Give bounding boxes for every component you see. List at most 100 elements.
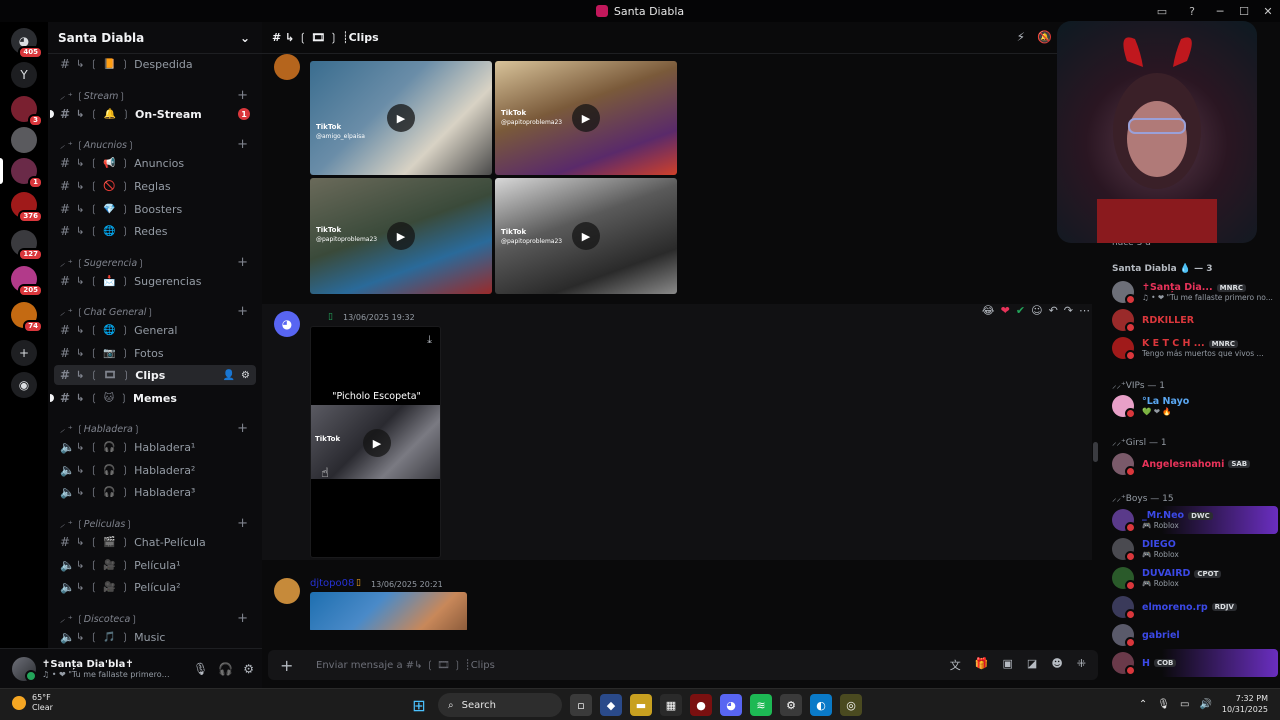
play-icon[interactable]: ▶ [572, 104, 600, 132]
voice-channel-music[interactable]: 🔈 ↳ ❲ 🎵 ❳ Music [54, 627, 256, 647]
member-item[interactable]: RDKILLER [1112, 306, 1278, 334]
voice-channel-habladera-2[interactable]: 🔈 ↳ ❲ 🎧 ❳ Habladera² [54, 460, 256, 480]
translate-icon[interactable]: 文 [950, 657, 961, 673]
channel-chat-pelicula[interactable]: # ↳ ❲ 🎬 ❳ Chat-Película [54, 532, 256, 552]
chrome-icon[interactable]: ◎ [840, 694, 862, 716]
channel-memes[interactable]: # ↳ ❲ 🐱 ❳ Memes [50, 388, 256, 408]
server-icon[interactable]: 205 [11, 266, 43, 297]
add-reaction-icon[interactable]: ☺ [1031, 304, 1042, 317]
category-stream[interactable]: ⸝ ⁺ ❲Stream❳ + [54, 87, 256, 103]
gear-icon[interactable]: ⚙ [241, 370, 250, 381]
voice-channel-habladera-3[interactable]: 🔈 ↳ ❲ 🎧 ❳ Habladera³ [54, 482, 256, 502]
steam-icon[interactable]: ⚙ [780, 694, 802, 716]
gif-icon[interactable]: ▣ [1003, 657, 1013, 673]
avatar[interactable] [274, 578, 300, 604]
chevron-up-icon[interactable]: ⌃ [1139, 699, 1147, 710]
member-item[interactable]: DIEGO 🎮 Roblox [1112, 535, 1278, 563]
voice-channel-pelicula-2[interactable]: 🔈 ↳ ❲ 🎥 ❳ Película² [54, 577, 256, 597]
discover-button[interactable]: ◉ [11, 372, 37, 398]
category-discoteca[interactable]: ⸝ ⁺ ❲Discoteca❳ + [54, 610, 256, 626]
add-channel-icon[interactable]: + [237, 516, 248, 531]
category-anuncios[interactable]: ⸝ ⁺ ❲Anucnios❳ + [54, 136, 256, 152]
headphones-icon[interactable]: 🎧 [218, 662, 233, 676]
channel-anuncios[interactable]: # ↳ ❲ 📢 ❳ Anuncios [54, 153, 256, 173]
store-icon[interactable]: ▦ [660, 694, 682, 716]
network-icon[interactable]: ▭ [1180, 699, 1189, 710]
apps-icon[interactable]: ⁜ [1077, 657, 1086, 673]
download-icon[interactable]: ⤓ [427, 333, 432, 347]
category-chat-general[interactable]: ⸝ ⁺ ❲Chat General❳ + [54, 303, 256, 319]
add-channel-icon[interactable]: + [237, 88, 248, 103]
app-icon[interactable]: ● [690, 694, 712, 716]
member-item[interactable]: gabriel [1112, 621, 1278, 649]
video-attachment[interactable]: ⤓ "Picholo Escopeta" TikTok ▶ [310, 326, 441, 558]
category-habladera[interactable]: ⸝ ⁺ ❲Habladera❳ + [54, 420, 256, 436]
server-icon-santa-diabla[interactable]: 1 [11, 158, 43, 189]
member-item[interactable]: ✝Sanța Dia... MNRC ♫ • ❤ "Tu me fallaste … [1112, 278, 1278, 306]
channel-fotos[interactable]: # ↳ ❲ 📷 ❳ Fotos [54, 343, 256, 363]
attach-plus-icon[interactable]: + [280, 656, 306, 675]
add-channel-icon[interactable]: + [237, 255, 248, 270]
reaction-heart-icon[interactable]: ❤ [1001, 304, 1010, 317]
clock[interactable]: 7:32 PM 10/31/2025 [1222, 693, 1268, 715]
gear-icon[interactable]: ⚙ [243, 662, 254, 676]
add-channel-icon[interactable]: + [237, 421, 248, 436]
server-icon[interactable]: 3 [11, 96, 43, 127]
file-explorer-icon[interactable]: ▬ [630, 694, 652, 716]
server-header[interactable]: Santa Diabla ⌄ [48, 22, 262, 54]
video-attachment[interactable]: TikTok @amigo_elpaisa ▶ [310, 61, 492, 175]
voice-channel-pelicula-1[interactable]: 🔈 ↳ ❲ 🎥 ❳ Película¹ [54, 555, 256, 575]
channel-on-stream[interactable]: # ↳ ❲ 🔔 ❳ On-Stream 1 [50, 104, 256, 124]
message-list[interactable]: TikTok @amigo_elpaisa ▶ TikTok @papitopr… [262, 54, 1104, 630]
direct-messages-button[interactable]: ◕ 405 [11, 28, 43, 59]
add-server-button[interactable]: + [11, 340, 37, 366]
channel-general[interactable]: # ↳ ❲ 🌐 ❳ General [54, 320, 256, 340]
image-attachment[interactable] [310, 592, 467, 630]
reaction-laugh-icon[interactable]: 😂 [982, 304, 995, 317]
play-icon[interactable]: ▶ [572, 222, 600, 250]
message-author[interactable]: djtopo08 [310, 578, 354, 589]
taskbar-search[interactable]: ⌕ Search [438, 693, 562, 717]
discord-taskbar-icon[interactable]: ◕ [720, 694, 742, 716]
add-channel-icon[interactable]: + [237, 611, 248, 626]
inbox-icon[interactable]: ▭ [1154, 3, 1170, 19]
channel-sugerencias[interactable]: # ↳ ❲ 📩 ❳ Sugerencias [54, 271, 256, 291]
threads-icon[interactable]: ⚡ [1017, 30, 1025, 44]
message-input[interactable]: Enviar mensaje a #↳ ❲ 🎞 ❳ ┊Clips [316, 660, 495, 671]
channel-redes[interactable]: # ↳ ❲ 🌐 ❳ Redes [54, 221, 256, 241]
user-avatar[interactable] [12, 656, 37, 682]
spotify-icon[interactable]: ≋ [750, 694, 772, 716]
member-item[interactable]: °La Nayo 💚 ❤ 🔥 [1112, 392, 1278, 420]
reply-icon[interactable]: ↶ [1049, 304, 1058, 317]
avatar[interactable]: ◕ [274, 311, 300, 337]
reaction-check-icon[interactable]: ✔ [1016, 304, 1025, 317]
minimize-icon[interactable]: ─ [1208, 0, 1232, 22]
server-icon[interactable]: 376 [11, 192, 43, 223]
channel-boosters[interactable]: # ↳ ❲ 💎 ❳ Boosters [54, 199, 256, 219]
video-attachment[interactable]: TikTok @papitoproblema23 ▶ [310, 178, 492, 294]
microphone-icon[interactable]: 🎙 [193, 662, 208, 676]
server-icon[interactable]: 127 [11, 230, 43, 261]
microphone-tray-icon[interactable]: 🎙 [1157, 699, 1170, 710]
member-item[interactable]: elmoreno.rp RDJV [1112, 593, 1278, 621]
avatar[interactable] [274, 54, 300, 80]
scrollbar[interactable] [1093, 442, 1098, 462]
add-channel-icon[interactable]: + [237, 137, 248, 152]
more-icon[interactable]: ⋯ [1079, 304, 1090, 317]
user-names[interactable]: ✝Sanța Dia'bla✝ ♫ • ❤ "Tu me fallaste pr… [42, 659, 172, 679]
voice-channel-habladera-1[interactable]: 🔈 ↳ ❲ 🎧 ❳ Habladera¹ [54, 437, 256, 457]
gift-icon[interactable]: 🎁 [975, 657, 989, 673]
close-icon[interactable]: ✕ [1256, 0, 1280, 22]
video-attachment[interactable]: TikTok @papitoproblema23 ▶ [495, 61, 677, 175]
invite-icon[interactable]: 👤 [223, 370, 235, 381]
forward-icon[interactable]: ↷ [1064, 304, 1073, 317]
channel-reglas[interactable]: # ↳ ❲ 🚫 ❳ Reglas [54, 176, 256, 196]
copilot-icon[interactable]: ◆ [600, 694, 622, 716]
task-view-icon[interactable]: ▫ [570, 694, 592, 716]
windows-start-icon[interactable]: ⊞ [408, 694, 430, 716]
play-icon[interactable]: ▶ [387, 222, 415, 250]
play-icon[interactable]: ▶ [363, 429, 391, 457]
member-item[interactable]: H COB [1112, 649, 1278, 677]
weather-widget[interactable]: 65°F Clear [12, 693, 53, 713]
member-item[interactable]: K E T C H ... MNRC Tengo más muertos que … [1112, 334, 1278, 362]
